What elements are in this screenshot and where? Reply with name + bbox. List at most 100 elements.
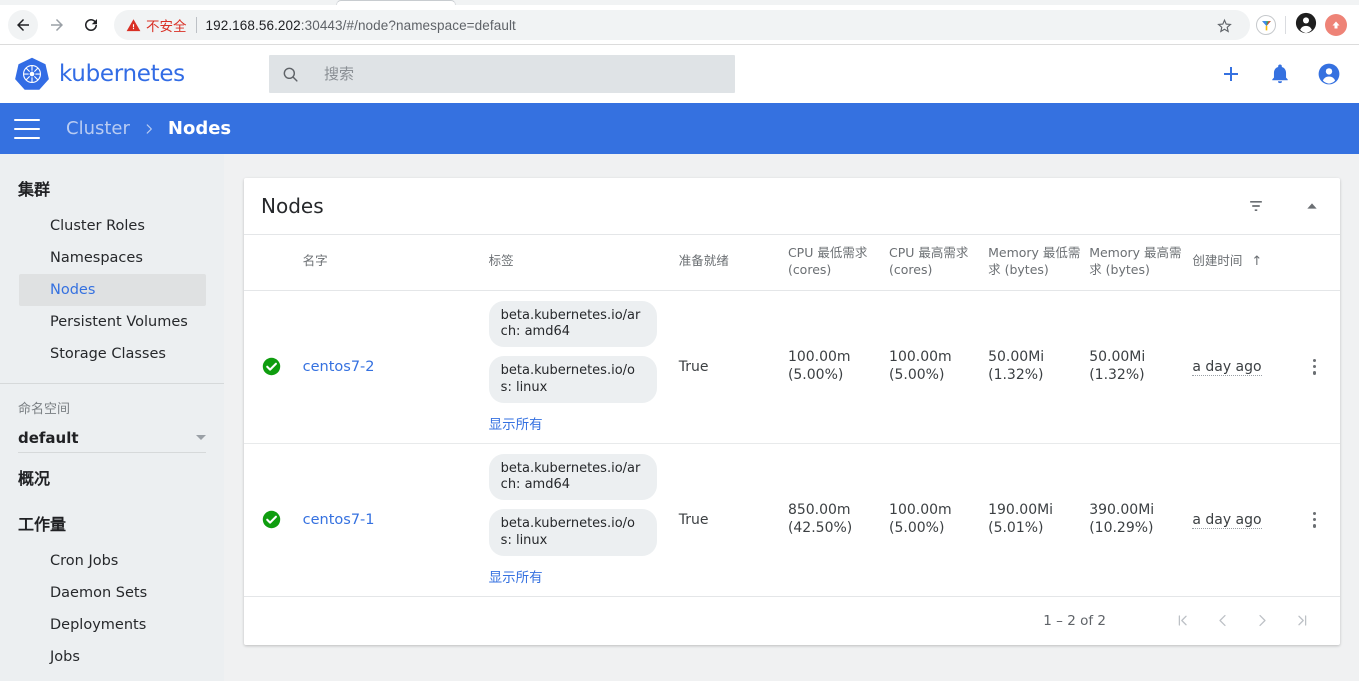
table-row[interactable]: centos7-1 beta.kubernetes.io/arch: amd64… [244,443,1340,597]
table-row[interactable]: centos7-2 beta.kubernetes.io/arch: amd64… [244,290,1340,444]
column-status [244,235,303,291]
last-page-button[interactable] [1282,601,1322,641]
column-mem-max[interactable]: Memory 最高需求 (bytes) [1089,235,1193,291]
sidebar-item-nodes[interactable]: Nodes [19,274,206,306]
header-actions [1219,62,1341,86]
namespace-value: default [18,428,79,447]
sidebar-item-label: Namespaces [50,250,143,266]
breadcrumb-parent-link[interactable]: Cluster [66,118,130,139]
column-created-label: 创建时间 [1192,253,1243,269]
filter-button[interactable] [1246,196,1266,216]
plus-icon [1224,67,1238,81]
cpu-max-value: 100.00m [889,501,952,518]
kebab-menu-icon[interactable] [1305,358,1325,375]
cpu-min-value: 100.00m [787,348,851,365]
reload-icon [85,19,97,31]
app-header: kubernetes [0,45,1359,103]
first-page-icon [1178,615,1187,626]
cell-created: a day ago [1192,443,1290,597]
next-page-button[interactable] [1242,601,1282,641]
arrow-left-icon [17,19,29,31]
check-circle-icon [262,358,281,376]
label-chip: beta.kubernetes.io/arch: amd64 [488,453,657,501]
extension-icon[interactable] [1256,15,1276,35]
column-name[interactable]: 名字 [302,235,489,291]
cell-mem-min: 190.00Mi (5.01%) [988,443,1090,597]
cell-ready: True [678,290,788,444]
cell-mem-max: 390.00Mi (10.29%) [1089,443,1193,597]
sidebar-item-daemon-sets[interactable]: Daemon Sets [19,577,206,609]
first-page-button[interactable] [1162,601,1202,641]
mem-max-percent: (10.29%) [1089,519,1154,536]
address-bar[interactable]: 不安全 192.168.56.202:30443/#/node?namespac… [114,10,1250,40]
bell-icon [1272,64,1288,84]
column-labels[interactable]: 标签 [488,235,679,291]
cell-created: a day ago [1192,290,1290,444]
column-cpu-max[interactable]: CPU 最高需求 (cores) [889,235,989,291]
profile-avatar-icon [1295,12,1317,33]
security-status-label: 不安全 [146,19,187,35]
sidebar-heading-workloads: 工作量 [18,515,67,534]
breadcrumb-bar: Cluster Nodes [0,103,1359,154]
cpu-max-value: 100.00m [889,348,952,365]
node-link[interactable]: centos7-1 [303,512,375,528]
create-button[interactable] [1219,62,1243,86]
cell-labels: beta.kubernetes.io/arch: amd64 beta.kube… [488,443,679,597]
hamburger-menu-icon[interactable] [14,118,40,139]
namespace-select[interactable]: default [18,423,206,453]
kebab-menu-icon[interactable] [1305,511,1325,528]
profile-avatar-button[interactable] [1295,12,1317,39]
check-circle-icon [262,511,281,529]
mem-min-value: 190.00Mi [988,501,1054,518]
sidebar-item-storage-classes[interactable]: Storage Classes [19,338,206,370]
icon-divider [1285,16,1286,34]
card-header-actions [1246,196,1320,216]
column-mem-min[interactable]: Memory 最低需求 (bytes) [988,235,1090,291]
mem-min-value: 50.00Mi [988,348,1045,365]
sidebar-item-label: Jobs [50,649,80,665]
content-area: 集群 Cluster Roles Namespaces Nodes Persis… [0,154,1359,681]
sidebar-heading-overview[interactable]: 概况 [0,453,224,499]
column-ready[interactable]: 准备就绪 [678,235,788,291]
column-cpu-min[interactable]: CPU 最低需求 (cores) [787,235,890,291]
show-all-labels-link[interactable]: 显示所有 [489,566,543,586]
url-path: :30443/#/node?namespace=default [300,17,516,33]
reload-button[interactable] [76,10,106,40]
chrome-action-icons [1256,12,1351,39]
cell-actions [1289,443,1340,597]
global-search[interactable] [269,55,735,93]
column-actions [1289,235,1340,291]
back-button[interactable] [8,10,38,40]
notifications-button[interactable] [1269,63,1291,85]
sidebar-item-jobs[interactable]: Jobs [19,641,206,673]
created-timestamp: a day ago [1192,358,1262,376]
prev-page-button[interactable] [1202,601,1242,641]
sidebar-item-deployments[interactable]: Deployments [19,609,206,641]
sidebar-item-cron-jobs[interactable]: Cron Jobs [19,545,206,577]
forward-button[interactable] [42,10,72,40]
app-logo-group[interactable]: kubernetes [14,56,246,92]
filter-list-icon [1250,201,1262,211]
update-available-button[interactable] [1325,14,1347,36]
sidebar-item-persistent-volumes[interactable]: Persistent Volumes [19,306,206,338]
sidebar-item-label: Daemon Sets [50,585,148,601]
cell-cpu-max: 100.00m (5.00%) [889,443,989,597]
collapse-button[interactable] [1304,198,1320,214]
account-circle-icon [1318,63,1340,85]
url-text: 192.168.56.202:30443/#/node?namespace=de… [206,18,516,33]
browser-chrome: 不安全 192.168.56.202:30443/#/node?namespac… [0,0,1359,45]
search-input[interactable] [322,64,723,84]
column-created[interactable]: 创建时间 ↑ [1192,235,1290,291]
search-icon [283,67,298,82]
pagination-bar: 1 – 2 of 2 [244,597,1340,645]
bookmark-star-button[interactable] [1210,11,1238,39]
show-all-labels-link[interactable]: 显示所有 [489,413,543,433]
sidebar-item-cluster-roles[interactable]: Cluster Roles [19,210,206,242]
sidebar-item-namespaces[interactable]: Namespaces [19,242,206,274]
node-link[interactable]: centos7-2 [303,359,375,375]
cell-ready: True [678,443,788,597]
account-button[interactable] [1317,62,1341,86]
cell-labels: beta.kubernetes.io/arch: amd64 beta.kube… [488,290,679,444]
cpu-min-percent: (5.00%) [787,366,844,383]
table-header-row: 名字 标签 准备就绪 CPU 最低需求 (cores) CPU 最高需求 (co… [244,235,1340,291]
